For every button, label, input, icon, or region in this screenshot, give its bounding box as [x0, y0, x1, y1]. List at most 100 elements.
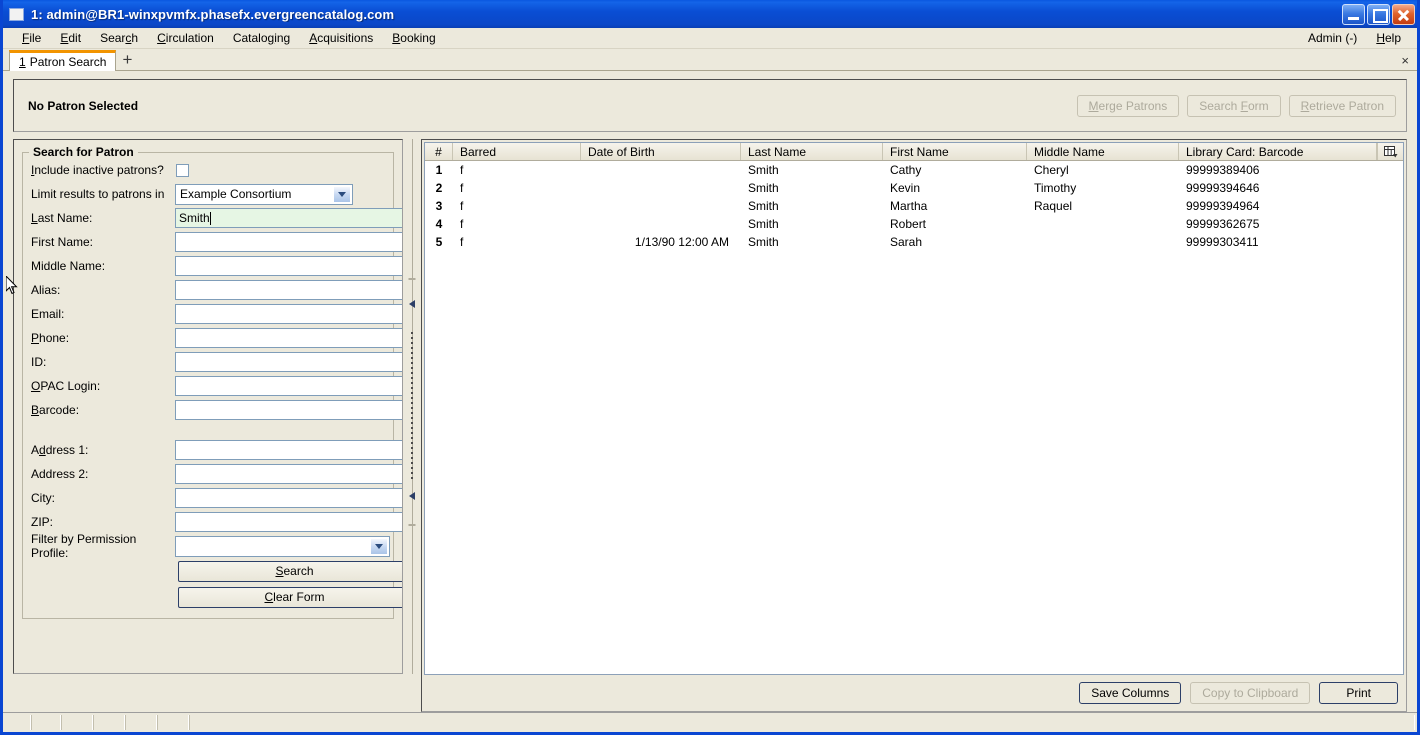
id-input[interactable] [175, 352, 402, 372]
form-spacer [29, 422, 387, 438]
table-row[interactable]: 3 f Smith Martha Raquel 99999394964 [425, 197, 1403, 215]
table-row[interactable]: 1 f Smith Cathy Cheryl 99999389406 [425, 161, 1403, 179]
field-permission-profile: Filter by Permission Profile: [29, 532, 390, 560]
client-area: File Edit Search Circulation Cataloging … [3, 28, 1417, 732]
phone-input[interactable] [175, 328, 402, 348]
tab-label: Patron Search [29, 55, 107, 69]
column-picker-icon[interactable] [1377, 143, 1403, 160]
search-form-pane: Search for Patron Include inactive patro… [13, 139, 403, 674]
cell-num: 4 [435, 217, 443, 231]
cell-barcode: 99999394964 [1186, 199, 1260, 213]
search-button[interactable]: Search [178, 560, 402, 582]
results-grid-header: # Barred Date of Birth Last Name First Name M… [425, 143, 1403, 161]
cell-num: 3 [435, 199, 443, 213]
column-header-first[interactable]: First Name [883, 143, 1027, 160]
field-label: Limit results to patrons in [31, 187, 165, 201]
search-form-button[interactable]: Search Form [1187, 94, 1281, 117]
address-2-input[interactable] [175, 464, 402, 484]
table-row[interactable]: 5 f 1/13/90 12:00 AM Smith Sarah 99999303411 [425, 233, 1403, 251]
tab-patron-search[interactable]: 1 Patron Search [9, 50, 117, 71]
title-bar: 1: admin@BR1-winxpvmfx.phasefx.evergreen… [3, 0, 1417, 28]
field-label: Alias: [31, 283, 61, 297]
menu-booking[interactable]: Booking [383, 29, 445, 47]
column-header-barred[interactable]: Barred [453, 143, 581, 160]
new-tab-button[interactable]: + [116, 49, 138, 70]
close-button[interactable] [1392, 3, 1415, 25]
chevron-down-icon [370, 537, 388, 555]
merge-patrons-button[interactable]: Merge Patrons [1076, 94, 1180, 117]
menu-cataloging[interactable]: Cataloging [224, 29, 300, 47]
cell-last: Smith [748, 163, 779, 177]
field-opac-login: OPAC Login: [29, 374, 402, 398]
cell-barcode: 99999394646 [1186, 181, 1260, 195]
city-input[interactable] [175, 488, 402, 508]
chevron-down-icon [333, 185, 351, 203]
field-city: City: [29, 486, 402, 510]
column-header-last[interactable]: Last Name [741, 143, 883, 160]
barcode-input[interactable] [175, 400, 402, 420]
status-segment-4 [125, 715, 157, 730]
splitter-grip[interactable] [411, 331, 413, 482]
include-inactive-checkbox[interactable] [176, 163, 189, 177]
clear-form-button[interactable]: Clear Form [178, 586, 402, 608]
retrieve-patron-button[interactable]: Retrieve Patron [1288, 94, 1396, 117]
status-bar [3, 712, 1417, 732]
menu-file[interactable]: File [13, 29, 51, 47]
table-row[interactable]: 4 f Smith Robert 99999362675 [425, 215, 1403, 233]
search-for-patron-fieldset: Search for Patron Include inactive patro… [22, 145, 402, 619]
status-segment-2 [61, 715, 93, 730]
cell-num: 2 [435, 181, 443, 195]
menu-bar: File Edit Search Circulation Cataloging … [3, 28, 1417, 49]
column-header-dob[interactable]: Date of Birth [581, 143, 741, 160]
alias-input[interactable] [175, 280, 402, 300]
menu-search[interactable]: Search [91, 29, 148, 47]
first-name-input[interactable] [175, 232, 402, 252]
app-icon [9, 7, 24, 21]
maximize-button[interactable] [1367, 3, 1390, 25]
field-label: Include inactive patrons? [31, 163, 164, 177]
tab-bar: 1 Patron Search + × [3, 49, 1417, 71]
patron-action-buttons: Merge Patrons Search Form Retrieve Patro… [1076, 94, 1396, 117]
middle-name-input[interactable] [175, 256, 402, 276]
splitter-collapse-right-icon[interactable] [409, 492, 415, 501]
table-row[interactable]: 2 f Smith Kevin Timothy 99999394646 [425, 179, 1403, 197]
save-columns-button[interactable]: Save Columns [1079, 682, 1182, 704]
opac-login-input[interactable] [175, 376, 402, 396]
column-header-barcode[interactable]: Library Card: Barcode [1179, 143, 1377, 160]
results-pane: # Barred Date of Birth Last Name First Name M… [421, 139, 1407, 712]
minimize-button[interactable] [1342, 3, 1365, 25]
cell-dob: 1/13/90 12:00 AM [634, 235, 729, 249]
column-header-num[interactable]: # [425, 143, 453, 160]
field-limit-results: Limit results to patrons in Example Cons… [29, 182, 387, 206]
field-label: City: [31, 491, 55, 505]
cell-barcode: 99999303411 [1186, 235, 1259, 249]
field-label: First Name: [31, 235, 94, 249]
menu-bar-right: Admin (-) Help [1299, 29, 1411, 47]
results-action-bar: Save Columns Copy to Clipboard Print [422, 675, 1406, 711]
status-segment-3 [93, 715, 125, 730]
field-label: OPAC Login: [31, 379, 101, 393]
last-name-input[interactable]: Smith [175, 208, 402, 228]
cell-middle: Raquel [1034, 199, 1073, 213]
field-label: Email: [31, 307, 65, 321]
zip-input[interactable] [175, 512, 402, 532]
copy-to-clipboard-button[interactable]: Copy to Clipboard [1190, 682, 1311, 704]
menu-acquisitions[interactable]: Acquisitions [300, 29, 383, 47]
email-input[interactable] [175, 304, 402, 324]
menu-help[interactable]: Help [1367, 29, 1411, 47]
window-title: 1: admin@BR1-winxpvmfx.phasefx.evergreen… [31, 6, 395, 22]
address-1-input[interactable] [175, 440, 402, 460]
menu-circulation[interactable]: Circulation [148, 29, 224, 47]
cell-barred: f [460, 181, 464, 195]
permission-profile-select[interactable] [175, 535, 390, 557]
limit-results-select[interactable]: Example Consortium [175, 183, 353, 205]
splitter-collapse-left-icon[interactable] [409, 299, 415, 308]
column-header-middle[interactable]: Middle Name [1027, 143, 1179, 160]
menu-admin[interactable]: Admin (-) [1299, 29, 1367, 47]
field-middle-name: Middle Name: [29, 254, 402, 278]
print-button[interactable]: Print [1319, 682, 1398, 704]
application-window: 1: admin@BR1-winxpvmfx.phasefx.evergreen… [0, 0, 1420, 735]
pane-splitter[interactable] [403, 139, 421, 674]
close-tab-button[interactable]: × [1401, 53, 1409, 68]
menu-edit[interactable]: Edit [51, 29, 91, 47]
